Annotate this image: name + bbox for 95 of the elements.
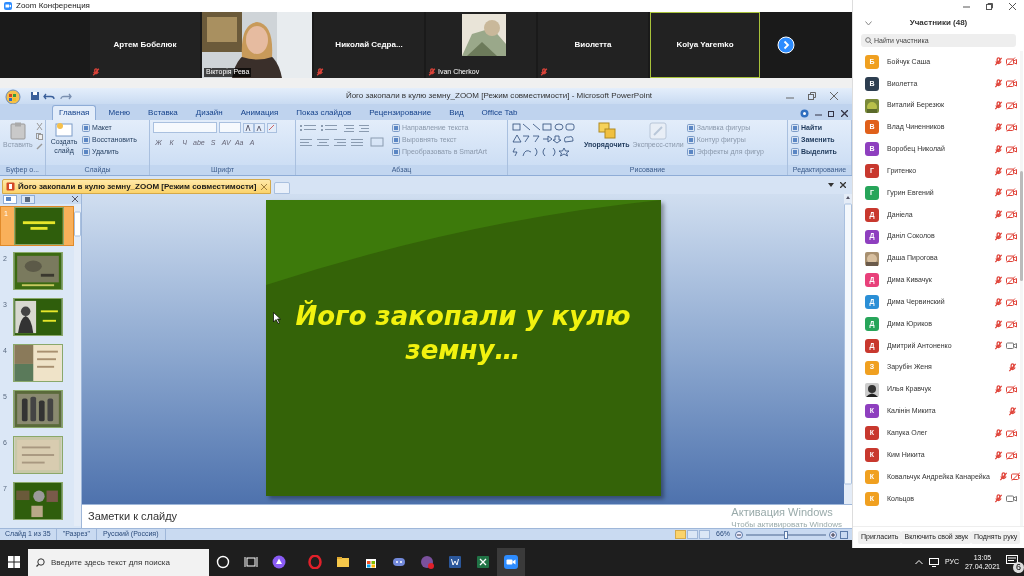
clipboard-icon: [9, 122, 26, 140]
chevron-up-icon[interactable]: [914, 559, 923, 565]
new-slide-icon: [55, 122, 73, 138]
undo-icon[interactable]: [43, 91, 55, 101]
close-icon: [261, 183, 268, 190]
ribbon-tab[interactable]: Вставка: [142, 106, 184, 120]
ribbon-tab[interactable]: Показ слайдов: [290, 106, 358, 120]
close-icon[interactable]: [841, 109, 848, 117]
shape-style-icon: [686, 148, 695, 156]
outline-tab-icon[interactable]: [21, 194, 35, 204]
activation-message: Чтобы активировать Windows: [731, 519, 842, 530]
network-icon[interactable]: [928, 557, 939, 567]
shape-style-icon: [686, 136, 695, 144]
search-icon: [36, 558, 45, 567]
font-size-buttons-icon[interactable]: [243, 122, 265, 133]
window-title: Zoom Конференция: [16, 2, 90, 10]
search-icon: [865, 37, 872, 44]
help-icon[interactable]: [800, 108, 809, 118]
notes-pane[interactable]: Заметки к слайду Активация Windows Чтобы активировать Windows: [82, 504, 852, 528]
assistant-icon[interactable]: [272, 555, 286, 569]
text-tool-icon: [392, 124, 400, 132]
word-icon[interactable]: [448, 555, 462, 569]
ribbon-tab[interactable]: Главная: [52, 105, 97, 120]
zoom-in-icon[interactable]: [829, 530, 837, 539]
video-tile[interactable]: Kolya Yaremko: [650, 12, 760, 78]
mouse-cursor-icon: [273, 312, 281, 324]
zoom-slider[interactable]: [746, 533, 826, 536]
slide-layout-icon: [82, 124, 90, 132]
close-icon[interactable]: [840, 182, 846, 188]
folder-icon[interactable]: [336, 555, 350, 569]
video-tile[interactable]: Артем Бобелюк: [90, 12, 200, 78]
arrange-icon: [596, 122, 617, 140]
ribbon-tab[interactable]: Рецензирование: [363, 106, 438, 120]
notification-icon[interactable]: [1006, 555, 1018, 566]
ribbon-tab[interactable]: Дизайн: [189, 106, 229, 120]
participant-name: Артем Бобелюк: [113, 39, 177, 51]
zoom-out-icon[interactable]: [735, 530, 743, 539]
participant-name: Kolya Yaremko: [676, 39, 734, 51]
gamepad-chat-icon[interactable]: [392, 555, 406, 569]
opera-icon[interactable]: [308, 555, 322, 569]
excel-icon[interactable]: [476, 555, 490, 569]
circle-icon[interactable]: [216, 555, 230, 569]
list-icon[interactable]: [299, 123, 339, 133]
collapse-chevron-icon[interactable]: [865, 20, 872, 26]
fit-icon[interactable]: [840, 530, 848, 539]
font-size-field[interactable]: [219, 122, 241, 133]
close-icon[interactable]: [72, 196, 78, 202]
ribbon-tab[interactable]: Вид: [443, 106, 470, 120]
ribbon-tab[interactable]: Анимация: [234, 106, 285, 120]
restore-icon[interactable]: [828, 109, 835, 117]
indent-icon[interactable]: [343, 123, 371, 133]
save-icon[interactable]: [30, 91, 40, 101]
slider-thumb[interactable]: [784, 530, 788, 539]
notification-count: 6: [1013, 562, 1024, 573]
edit-tool-icon: [791, 136, 799, 144]
panel-title: Участники (48): [908, 17, 969, 29]
scrollbar[interactable]: [844, 194, 852, 504]
document-tab[interactable]: Його закопали в кулю земну_ZOOM [Режим совместимости]: [2, 179, 272, 194]
close-icon[interactable]: [1009, 2, 1016, 10]
quick-styles-icon: [648, 122, 669, 140]
notes-placeholder: Заметки к слайду: [88, 509, 178, 525]
edit-tool-icon: [791, 124, 799, 132]
text-tool-icon: [392, 148, 400, 156]
ribbon-tab[interactable]: Office Tab: [475, 106, 524, 120]
office-button-icon[interactable]: [2, 88, 24, 104]
participant-name: Виолетта: [574, 39, 612, 51]
window-title: Його закопали в кулю земну_ZOOM [Режим совместимости] - Microsoft PowerPoint: [345, 90, 653, 102]
taskbar-search-field[interactable]: Введите здесь текст для поиска: [28, 548, 209, 576]
scrollbar[interactable]: [74, 204, 81, 526]
shape-style-icon: [686, 124, 695, 132]
restore-icon[interactable]: [986, 2, 993, 10]
restore-icon[interactable]: [808, 92, 816, 100]
dropdown-icon[interactable]: [828, 182, 834, 188]
video-tile[interactable]: Виолетта: [538, 12, 648, 78]
participant-name: Николай Седра...: [335, 39, 403, 51]
powerpoint-file-icon: [6, 182, 15, 191]
format-brush-icon[interactable]: [35, 143, 43, 150]
video-camera-icon[interactable]: [504, 555, 518, 569]
text-tool-icon: [392, 136, 400, 144]
clear-format-icon[interactable]: [267, 122, 277, 133]
video-tile[interactable]: Николай Седра...: [314, 12, 424, 78]
phone-chat-icon[interactable]: [420, 555, 434, 569]
windows-start-icon[interactable]: [8, 556, 20, 568]
copy-icon[interactable]: [35, 133, 43, 140]
task-view-icon[interactable]: [244, 555, 258, 569]
slide-layout-icon: [82, 136, 90, 144]
close-icon[interactable]: [830, 92, 838, 100]
slide-layout-icon: [82, 148, 90, 156]
ribbon-tab[interactable]: Меню: [102, 106, 137, 120]
activation-title: Активация Windows: [731, 506, 834, 520]
redo-icon[interactable]: [60, 91, 72, 101]
edit-tool-icon: [791, 148, 799, 156]
font-name-field[interactable]: [153, 122, 217, 133]
slides-tab-icon[interactable]: [3, 194, 17, 204]
slide-title: Його закопали у кулю земну…: [294, 299, 632, 367]
